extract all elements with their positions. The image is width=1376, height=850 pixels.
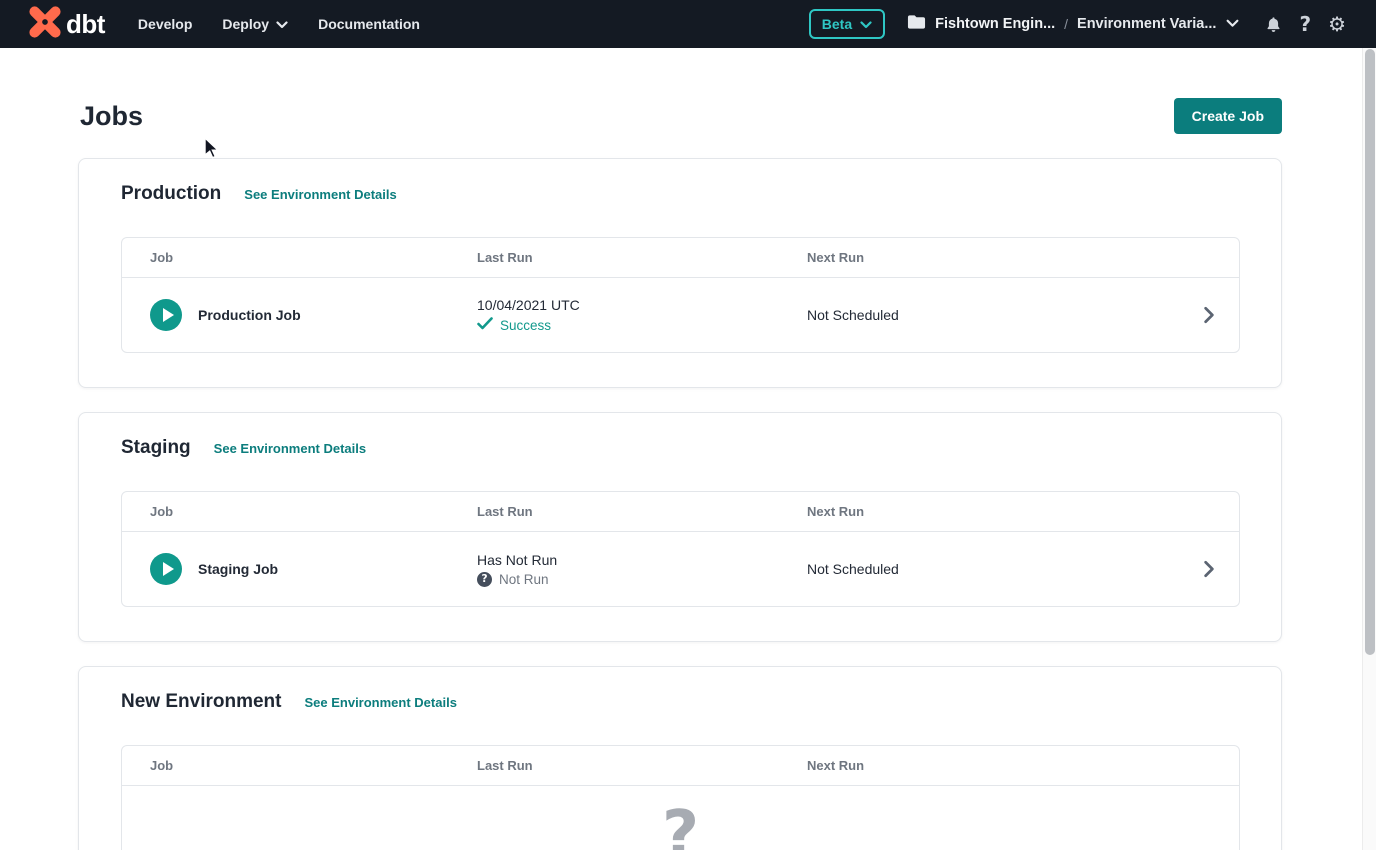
play-icon — [163, 308, 174, 322]
play-icon — [163, 562, 174, 576]
jobs-table: Job Last Run Next Run ? — [121, 745, 1240, 850]
column-header-last-run: Last Run — [477, 250, 807, 265]
main-content: Jobs Create Job Production See Environme… — [0, 48, 1376, 850]
nav-item-deploy[interactable]: Deploy — [222, 16, 288, 32]
see-environment-details-link[interactable]: See Environment Details — [304, 695, 456, 710]
success-check-icon — [477, 317, 493, 333]
chevron-right-icon[interactable] — [1179, 306, 1239, 324]
chevron-right-icon[interactable] — [1179, 560, 1239, 578]
environment-card-staging: Staging See Environment Details Job Last… — [78, 412, 1282, 642]
empty-jobs-state: ? — [122, 786, 1239, 850]
column-header-job: Job — [150, 758, 477, 773]
column-header-next-run: Next Run — [807, 504, 1179, 519]
column-header-job: Job — [150, 504, 477, 519]
environment-name: Production — [121, 183, 221, 205]
run-job-play-button[interactable] — [150, 553, 182, 585]
chevron-down-icon — [276, 16, 288, 32]
jobs-table: Job Last Run Next Run Staging Job Has No… — [121, 491, 1240, 607]
not-run-question-icon: ? — [477, 572, 492, 587]
breadcrumb-separator: / — [1064, 16, 1068, 32]
job-name: Production Job — [198, 307, 301, 323]
scrollbar-thumb[interactable] — [1365, 49, 1375, 655]
folder-icon — [907, 14, 926, 35]
create-job-button[interactable]: Create Job — [1174, 98, 1282, 134]
last-run-status: Not Run — [499, 572, 549, 587]
beta-dropdown[interactable]: Beta — [809, 9, 885, 39]
jobs-table: Job Last Run Next Run Production Job 10/… — [121, 237, 1240, 353]
column-header-next-run: Next Run — [807, 250, 1179, 265]
next-run-value: Not Scheduled — [807, 561, 1179, 577]
environment-card-new-environment: New Environment See Environment Details … — [78, 666, 1282, 850]
notifications-bell-icon[interactable] — [1265, 15, 1282, 34]
dbt-wordmark: dbt — [66, 9, 105, 40]
column-header-job: Job — [150, 250, 477, 265]
column-header-next-run: Next Run — [807, 758, 1179, 773]
job-row-staging-job[interactable]: Staging Job Has Not Run ? Not Run Not Sc… — [122, 532, 1239, 606]
see-environment-details-link[interactable]: See Environment Details — [214, 441, 366, 456]
environment-card-production: Production See Environment Details Job L… — [78, 158, 1282, 388]
last-run-status: Success — [500, 318, 551, 333]
see-environment-details-link[interactable]: See Environment Details — [244, 187, 396, 202]
page-title: Jobs — [80, 101, 143, 132]
dbt-logo[interactable]: dbt — [28, 5, 105, 44]
help-icon[interactable]: ? — [1299, 12, 1311, 36]
chevron-down-icon — [1226, 15, 1239, 33]
last-run-date: Has Not Run — [477, 552, 807, 568]
nav-item-documentation[interactable]: Documentation — [318, 16, 420, 32]
last-run-date: 10/04/2021 UTC — [477, 297, 807, 313]
dbt-logo-icon — [28, 5, 62, 44]
scrollbar-track[interactable] — [1362, 48, 1376, 850]
settings-gear-icon[interactable]: ⚙ — [1328, 12, 1346, 36]
run-job-play-button[interactable] — [150, 299, 182, 331]
breadcrumb[interactable]: Fishtown Engin... / Environment Varia... — [907, 14, 1239, 35]
column-header-last-run: Last Run — [477, 504, 807, 519]
job-name: Staging Job — [198, 561, 278, 577]
top-nav: dbt Develop Deploy Documentation Beta Fi… — [0, 0, 1376, 48]
breadcrumb-page[interactable]: Environment Varia... — [1077, 16, 1216, 32]
empty-state-question-icon: ? — [662, 803, 699, 850]
environment-name: Staging — [121, 437, 191, 459]
breadcrumb-project[interactable]: Fishtown Engin... — [935, 16, 1055, 32]
column-header-last-run: Last Run — [477, 758, 807, 773]
chevron-down-icon — [860, 16, 872, 32]
environment-name: New Environment — [121, 691, 281, 713]
next-run-value: Not Scheduled — [807, 307, 1179, 323]
nav-item-develop[interactable]: Develop — [138, 16, 192, 32]
job-row-production-job[interactable]: Production Job 10/04/2021 UTC Success No… — [122, 278, 1239, 352]
